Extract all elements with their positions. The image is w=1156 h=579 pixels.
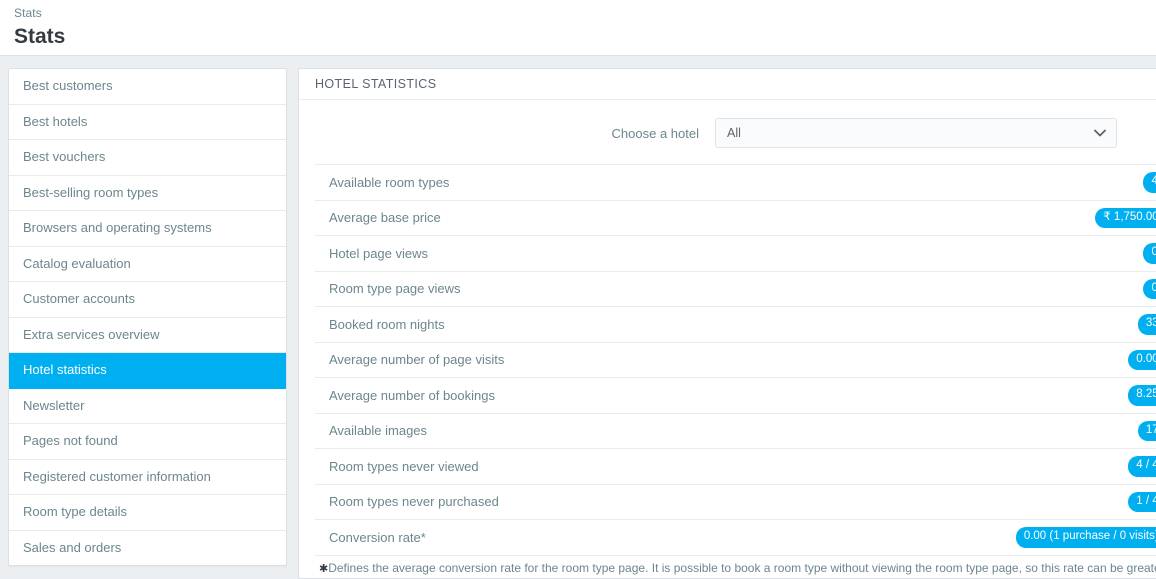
stat-row: Room types never purchased 1 / 4 bbox=[315, 485, 1156, 520]
chevron-down-icon bbox=[1094, 129, 1106, 137]
stat-value-badge: 0.00 bbox=[1128, 349, 1156, 370]
stat-value-badge: 4 / 4 bbox=[1128, 456, 1156, 477]
sidebar-item-best-hotels[interactable]: Best hotels bbox=[9, 105, 286, 140]
stat-label: Available images bbox=[329, 423, 428, 439]
sidebar-item-extra-services-overview[interactable]: Extra services overview bbox=[9, 318, 286, 353]
sidebar-item-label: Best hotels bbox=[23, 113, 88, 129]
breadcrumb: Stats bbox=[14, 6, 42, 20]
sidebar-item-room-type-details[interactable]: Room type details bbox=[9, 495, 286, 531]
footnote-text: Defines the average conversion rate for … bbox=[328, 560, 1156, 575]
stat-value-badge: 17 bbox=[1137, 420, 1156, 441]
stat-row: Conversion rate* 0.00 (1 purchase / 0 vis… bbox=[315, 520, 1156, 556]
sidebar-item-best-vouchers[interactable]: Best vouchers bbox=[9, 140, 286, 176]
hotel-statistics-list: Available room types 4 Average base price ₹… bbox=[315, 164, 1156, 556]
sidebar-item-browsers-and-operating-systems[interactable]: Browsers and operating systems bbox=[9, 211, 286, 247]
page-title: Stats bbox=[14, 25, 66, 48]
stat-label: Average number of page visits bbox=[329, 352, 505, 368]
stat-row: Available images 17 bbox=[315, 414, 1156, 449]
asterisk-icon: ✱ bbox=[319, 562, 329, 575]
stat-row: Hotel page views 0 bbox=[315, 236, 1156, 272]
stat-value-badge: 0.00 (1 purchase / 0 visits) bbox=[1015, 527, 1156, 548]
sidebar-item-label: Best vouchers bbox=[23, 149, 106, 164]
stats-navigation-sidebar: Best customers Best hotels Best vouchers Be… bbox=[8, 68, 287, 566]
stat-row: Available room types 4 bbox=[315, 165, 1156, 201]
stat-label: Booked room nights bbox=[329, 316, 445, 332]
sidebar-item-newsletter[interactable]: Newsletter bbox=[9, 389, 286, 424]
stat-value-badge: 33 bbox=[1137, 314, 1156, 335]
stat-row: Booked room nights 33 bbox=[315, 307, 1156, 343]
stat-row: Room types never viewed 4 / 4 bbox=[315, 449, 1156, 485]
stat-value-badge: 8.25 bbox=[1128, 385, 1156, 406]
sidebar-item-best-customers[interactable]: Best customers bbox=[9, 69, 286, 105]
sidebar-item-label: Best-selling room types bbox=[23, 184, 159, 200]
stat-row: Average number of bookings 8.25 bbox=[315, 378, 1156, 414]
sidebar-item-label: Hotel statistics bbox=[23, 362, 107, 377]
hotel-select[interactable]: All bbox=[715, 118, 1117, 148]
stat-label: Room types never purchased bbox=[329, 494, 499, 510]
stat-row: Room type page views 0 bbox=[315, 272, 1156, 307]
stat-value-badge: 1 / 4 bbox=[1128, 491, 1156, 512]
stat-label: Room type page views bbox=[329, 281, 461, 297]
sidebar-item-label: Browsers and operating systems bbox=[23, 220, 212, 235]
panel-body: Choose a hotel All Available room types 4… bbox=[299, 100, 1156, 578]
stat-value-badge: ₹ 1,750.00 bbox=[1095, 207, 1156, 228]
sidebar-item-catalog-evaluation[interactable]: Catalog evaluation bbox=[9, 247, 286, 282]
stat-row: Average base price ₹ 1,750.00 bbox=[315, 201, 1156, 236]
page-header: Stats Stats bbox=[0, 0, 1156, 56]
sidebar-item-best-selling-room-types[interactable]: Best-selling room types bbox=[9, 176, 286, 211]
panel-heading: HOTEL STATISTICS bbox=[299, 69, 1156, 100]
sidebar-item-label: Registered customer information bbox=[23, 468, 211, 484]
sidebar-item-label: Room type details bbox=[23, 504, 128, 519]
stat-label: Available room types bbox=[329, 174, 450, 190]
sidebar-list: Best customers Best hotels Best vouchers Be… bbox=[9, 69, 286, 565]
sidebar-item-registered-customer-information[interactable]: Registered customer information bbox=[9, 460, 286, 495]
sidebar-item-sales-and-orders[interactable]: Sales and orders bbox=[9, 531, 286, 566]
hotel-statistics-panel: HOTEL STATISTICS Choose a hotel All Avai… bbox=[298, 68, 1156, 579]
stat-label: Hotel page views bbox=[329, 245, 428, 261]
sidebar-item-label: Extra services overview bbox=[23, 326, 160, 342]
stat-label: Room types never viewed bbox=[329, 458, 479, 474]
sidebar-item-label: Catalog evaluation bbox=[23, 255, 131, 271]
sidebar-item-label: Newsletter bbox=[23, 397, 85, 413]
hotel-chooser-row: Choose a hotel All bbox=[315, 114, 1156, 164]
stat-value-badge: 0 bbox=[1142, 243, 1156, 264]
content-area: Best customers Best hotels Best vouchers Be… bbox=[0, 56, 1156, 579]
sidebar-item-label: Sales and orders bbox=[23, 539, 122, 555]
hotel-chooser-label: Choose a hotel bbox=[611, 125, 699, 141]
stat-row: Average number of page visits 0.00 bbox=[315, 343, 1156, 378]
stat-label: Average base price bbox=[329, 210, 441, 226]
sidebar-item-label: Customer accounts bbox=[23, 291, 135, 306]
sidebar-item-hotel-statistics[interactable]: Hotel statistics bbox=[9, 353, 286, 389]
stat-label: Average number of bookings bbox=[329, 387, 495, 403]
sidebar-item-label: Pages not found bbox=[23, 433, 118, 448]
sidebar-item-pages-not-found[interactable]: Pages not found bbox=[9, 424, 286, 460]
sidebar-item-label: Best customers bbox=[23, 78, 113, 93]
stat-value-badge: 4 bbox=[1142, 172, 1156, 193]
stat-value-badge: 0 bbox=[1142, 278, 1156, 299]
sidebar-item-customer-accounts[interactable]: Customer accounts bbox=[9, 282, 286, 318]
hotel-select-value: All bbox=[727, 126, 741, 140]
stat-label: Conversion rate* bbox=[329, 529, 426, 545]
